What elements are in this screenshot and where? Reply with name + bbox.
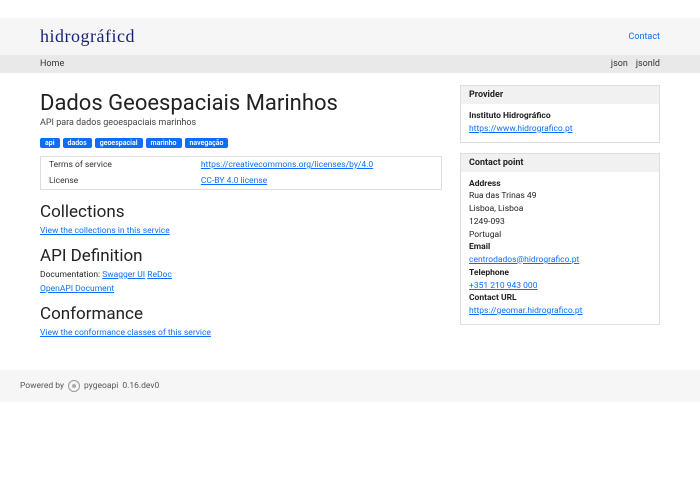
provider-card: Provider Instituto Hidrográfico https://… <box>460 85 660 143</box>
brand-link[interactable]: hidrográficd <box>40 26 135 47</box>
tag: dados <box>63 138 92 148</box>
email-label: Email <box>469 242 490 252</box>
footer: Powered by pygeoapi 0.16.dev0 <box>0 370 700 402</box>
pygeoapi-icon <box>68 380 80 392</box>
tag-list: api dados geoespacial marinho navegação <box>40 138 442 148</box>
conformance-link[interactable]: View the conformance classes of this ser… <box>40 328 442 338</box>
provider-body: Instituto Hidrográfico https://www.hidro… <box>461 104 659 142</box>
side-column: Provider Instituto Hidrográfico https://… <box>460 85 660 342</box>
contact-url-link[interactable]: https://geomar.hidrografico.pt <box>469 306 582 316</box>
format-json[interactable]: json <box>611 59 628 69</box>
powered-label: Powered by <box>20 381 64 391</box>
info-table: Terms of service https://creativecommons… <box>40 156 442 190</box>
doc-label: Documentation: <box>40 270 100 280</box>
apidef-doc-line: Documentation: Swagger UI ReDoc <box>40 270 442 280</box>
tag: marinho <box>146 138 182 148</box>
address-line: Portugal <box>469 230 501 240</box>
nav-bar: Home json jsonld <box>0 55 700 73</box>
address-line: 1249-093 <box>469 217 505 227</box>
format-links: json jsonld <box>611 59 660 69</box>
tel-label: Telephone <box>469 268 509 278</box>
pygeoapi-link[interactable]: pygeoapi <box>84 381 118 391</box>
collections-link[interactable]: View the collections in this service <box>40 226 442 236</box>
table-row: License CC-BY 4.0 license <box>41 173 442 190</box>
terms-link[interactable]: https://creativecommons.org/licenses/by/… <box>201 160 373 170</box>
brand-text: hidrográficd <box>40 26 135 46</box>
email-link[interactable]: centrodados@hidrografico.pt <box>469 255 579 265</box>
tag: geoespacial <box>95 138 143 148</box>
table-row: Terms of service https://creativecommons… <box>41 157 442 174</box>
page-subtitle: API para dados geoespaciais marinhos <box>40 118 442 128</box>
tel-link[interactable]: +351 210 943 000 <box>469 281 537 291</box>
provider-heading: Provider <box>461 86 659 104</box>
contact-body: Address Rua das Trinas 49 Lisboa, Lisboa… <box>461 172 659 324</box>
address-line: Rua das Trinas 49 <box>469 191 536 201</box>
tag: navegação <box>185 138 229 148</box>
main-column: Dados Geoespaciais Marinhos API para dad… <box>40 85 442 342</box>
openapi-link[interactable]: OpenAPI Document <box>40 284 442 294</box>
collections-heading: Collections <box>40 202 442 222</box>
address-line: Lisboa, Lisboa <box>469 204 523 214</box>
contact-url-label: Contact URL <box>469 293 517 303</box>
contact-heading: Contact point <box>461 154 659 172</box>
redoc-link[interactable]: ReDoc <box>147 270 172 280</box>
format-jsonld[interactable]: jsonld <box>636 59 660 69</box>
swagger-link[interactable]: Swagger UI <box>102 270 145 280</box>
tag: api <box>40 138 60 148</box>
contact-link[interactable]: Contact <box>629 32 660 42</box>
provider-url[interactable]: https://www.hidrografico.pt <box>469 124 573 134</box>
top-bar: hidrográficd Contact <box>0 18 700 55</box>
apidef-heading: API Definition <box>40 246 442 266</box>
license-label: License <box>41 173 193 190</box>
terms-label: Terms of service <box>41 157 193 174</box>
address-label: Address <box>469 179 501 189</box>
version-text: 0.16.dev0 <box>122 381 159 391</box>
license-link[interactable]: CC-BY 4.0 license <box>201 176 267 186</box>
contact-card: Contact point Address Rua das Trinas 49 … <box>460 153 660 325</box>
provider-name: Instituto Hidrográfico <box>469 111 551 121</box>
conformance-heading: Conformance <box>40 304 442 324</box>
main-container: Dados Geoespaciais Marinhos API para dad… <box>0 73 700 362</box>
breadcrumb: Home <box>40 59 64 69</box>
page-title: Dados Geoespaciais Marinhos <box>40 91 442 116</box>
nav-home[interactable]: Home <box>40 59 64 69</box>
